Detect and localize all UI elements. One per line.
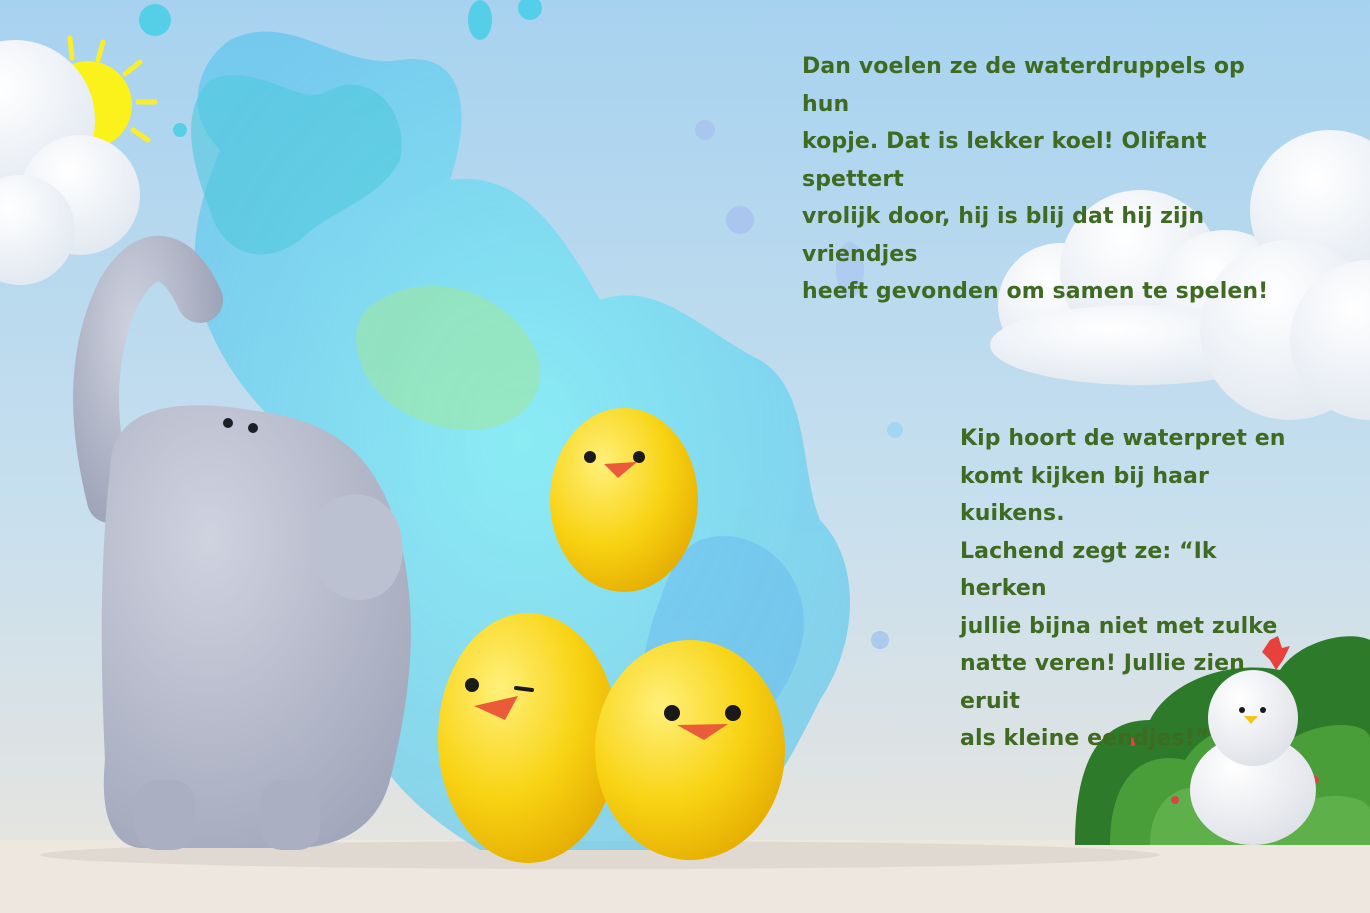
- storybook-page: Dan voelen ze de waterdruppels op hun ko…: [0, 0, 1370, 913]
- story-paragraph-top: Dan voelen ze de waterdruppels op hun ko…: [802, 54, 1269, 304]
- chick-left: [438, 613, 618, 863]
- chick-right: [595, 640, 785, 860]
- chick-top: [550, 408, 698, 592]
- story-paragraph-right: Kip hoort de waterpret en komt kijken bi…: [960, 426, 1286, 751]
